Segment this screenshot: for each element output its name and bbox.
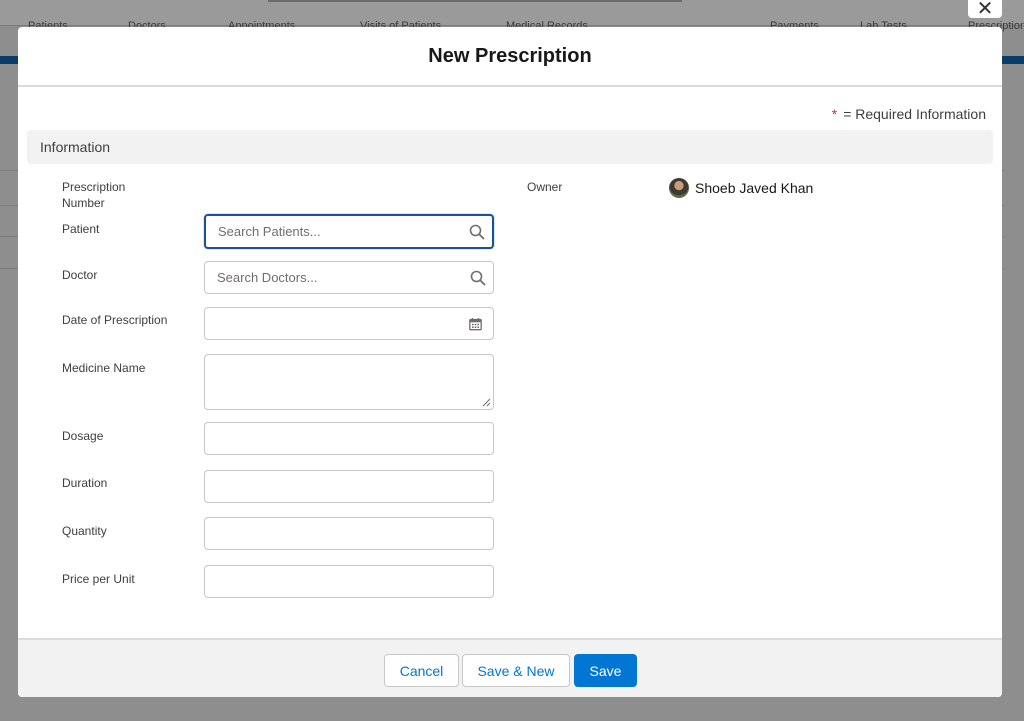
resize-handle-icon[interactable] [482,398,491,407]
background-right-panel [1004,64,1024,721]
patient-search-input[interactable] [206,216,492,247]
background-search-bar [268,0,682,2]
dosage-input[interactable] [205,423,493,454]
owner-name: Shoeb Javed Khan [695,180,814,196]
calendar-icon[interactable] [469,317,482,330]
price-per-unit-field[interactable] [204,565,494,598]
prescription-number-label: Prescription Number [62,180,126,210]
quantity-field[interactable] [204,517,494,550]
avatar [669,178,689,198]
medicine-name-textarea[interactable] [204,354,494,410]
date-of-prescription-label: Date of Prescription [62,313,168,327]
search-icon[interactable] [470,270,486,286]
duration-input[interactable] [205,471,493,502]
save-button[interactable]: Save [574,654,637,687]
medicine-name-label: Medicine Name [62,361,146,375]
doctor-search-input[interactable] [205,262,493,293]
section-title: Information [40,139,111,155]
new-prescription-modal: New Prescription * = Required Information… [18,27,1002,697]
required-asterisk: * [831,106,838,122]
patient-label: Patient [62,222,100,236]
duration-field[interactable] [204,470,494,503]
required-info-text: = Required Information [843,106,986,122]
modal-close-button[interactable]: ✕ [968,0,1002,20]
cancel-button[interactable]: Cancel [384,654,459,687]
price-per-unit-input[interactable] [205,566,493,597]
quantity-input[interactable] [205,518,493,549]
modal-header: New Prescription [18,27,1002,87]
modal-title: New Prescription [428,44,592,67]
doctor-label: Doctor [62,268,98,282]
owner-value: Shoeb Javed Khan [669,178,813,198]
duration-label: Duration [62,476,108,490]
modal-footer: Cancel Save & New Save [18,638,1002,697]
search-icon[interactable] [469,224,485,240]
price-per-unit-label: Price per Unit [62,572,135,586]
owner-label: Owner [527,180,563,194]
dosage-label: Dosage [62,429,104,443]
close-icon: ✕ [976,0,994,20]
section-header-information[interactable]: Information [27,130,993,164]
date-of-prescription-field[interactable] [204,307,494,340]
quantity-label: Quantity [62,524,107,538]
save-and-new-button[interactable]: Save & New [462,654,570,687]
required-info-legend: * = Required Information [832,106,986,122]
doctor-lookup[interactable] [204,261,494,294]
dosage-field[interactable] [204,422,494,455]
date-of-prescription-input[interactable] [205,308,493,339]
patient-lookup[interactable] [204,214,494,249]
background-nav-bar: Patients Doctors Appointments Visits of … [0,0,1024,32]
